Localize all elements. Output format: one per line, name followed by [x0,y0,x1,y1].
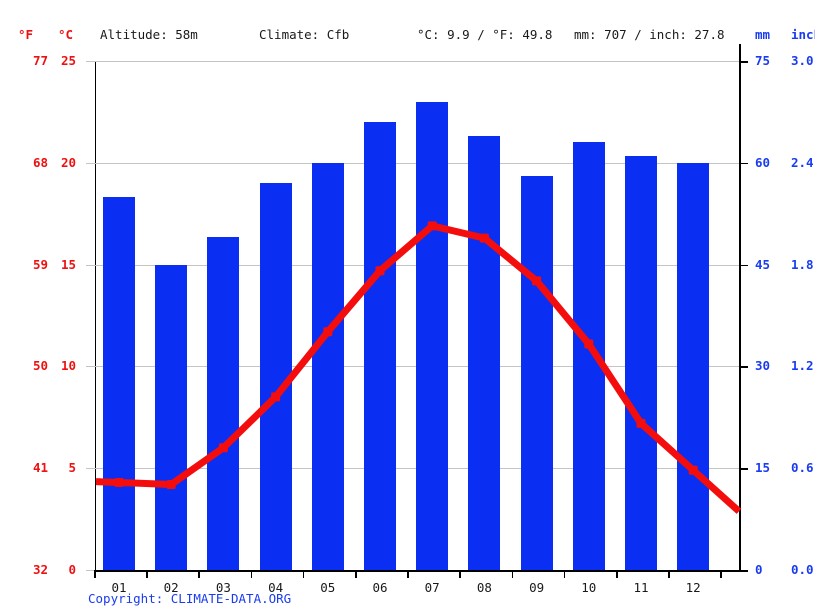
inch-tick-label: 0.6 [791,460,814,476]
celsius-tick-label: 15 [60,256,76,272]
fahrenheit-tick-label: 68 [32,154,48,170]
precipitation-bar [155,264,188,570]
bottom-axis-tick [302,570,305,578]
right-axis-tick [739,570,748,572]
fahrenheit-tick-label: 32 [32,562,48,577]
mm-tick-label: 75 [755,53,771,68]
month-label: 10 [581,580,597,595]
month-label: 07 [424,580,440,595]
left-axis-tick [86,162,96,164]
precipitation-bar [259,183,292,570]
month-label: 12 [685,580,701,595]
mm-tick-label: 15 [755,460,771,476]
mm-tick-label: 30 [755,358,771,374]
celsius-tick-label: 0 [68,562,76,577]
inch-tick-label: 3.0 [791,53,814,68]
header-unit-celsius: °C [58,27,74,42]
altitude-label: Altitude: 58m [100,27,198,42]
left-axis-tick [86,264,96,266]
precipitation-bar [311,162,344,570]
month-label: 08 [476,580,492,595]
precipitation-bar [677,162,710,570]
right-axis-tick [739,61,748,63]
precipitation-bar [520,176,553,570]
left-axis-tick [86,366,96,368]
precipitation-bar [207,237,240,570]
celsius-tick-label: 10 [60,358,76,374]
inch-tick-label: 0.0 [791,562,814,577]
inch-tick-label: 1.2 [791,358,814,374]
bottom-axis-tick [94,570,96,578]
month-label: 11 [633,580,649,595]
fahrenheit-tick-label: 50 [32,358,48,374]
mm-tick-label: 45 [755,256,771,272]
bottom-axis-tick [407,570,409,578]
precipitation-bar [468,135,501,570]
precipitation-bar [103,196,135,570]
mm-tick-label: 0 [755,562,763,577]
month-label: 05 [320,580,336,595]
precipitation-bar [416,101,449,570]
bottom-axis-tick [355,570,357,578]
celsius-tick-label: 20 [60,154,76,170]
bottom-axis-tick [668,570,670,578]
inch-tick-label: 2.4 [791,154,814,170]
right-axis-tick [739,468,748,470]
climate-label: Climate: Cfb [259,27,350,42]
header-unit-fahrenheit: °F [18,27,34,42]
celsius-tick-label: 25 [60,53,76,68]
month-label: 06 [372,580,388,595]
fahrenheit-tick-label: 41 [32,460,48,476]
right-axis-tick [739,366,748,368]
precipitation-bar [364,122,396,570]
climate-chart: °F °C Altitude: 58m Climate: Cfb °C: 9.9… [0,0,815,611]
bottom-axis-tick [459,570,461,578]
header-unit-inch: inch [791,27,815,42]
chart-header: °F °C Altitude: 58m Climate: Cfb °C: 9.9… [0,26,815,44]
left-axis-tick [86,468,96,470]
temperature-summary: °C: 9.9 / °F: 49.8 [417,27,553,42]
bottom-axis-tick [146,570,148,578]
mm-tick-label: 60 [755,154,771,170]
bottom-axis-tick [250,570,253,578]
month-label: 09 [529,580,545,595]
left-axis-tick [86,61,96,62]
celsius-tick-label: 5 [68,460,76,476]
bottom-axis-tick [563,570,566,578]
fahrenheit-tick-label: 59 [32,256,48,272]
bottom-axis-tick [616,570,618,578]
bottom-axis-tick [511,570,514,578]
precipitation-summary: mm: 707 / inch: 27.8 [574,27,725,42]
precipitation-bar [625,156,657,570]
right-axis-tick [739,264,748,267]
precipitation-bar [572,142,605,570]
copyright-text: Copyright: CLIMATE-DATA.ORG [88,591,292,606]
inch-tick-label: 1.8 [791,256,814,272]
header-unit-mm: mm [755,27,771,42]
right-axis-tick [739,162,748,165]
bottom-axis-tick [720,570,722,578]
fahrenheit-tick-label: 77 [32,53,48,68]
bottom-axis-tick [198,570,200,578]
bottom-axis-line [95,570,741,572]
gridline [95,61,740,62]
